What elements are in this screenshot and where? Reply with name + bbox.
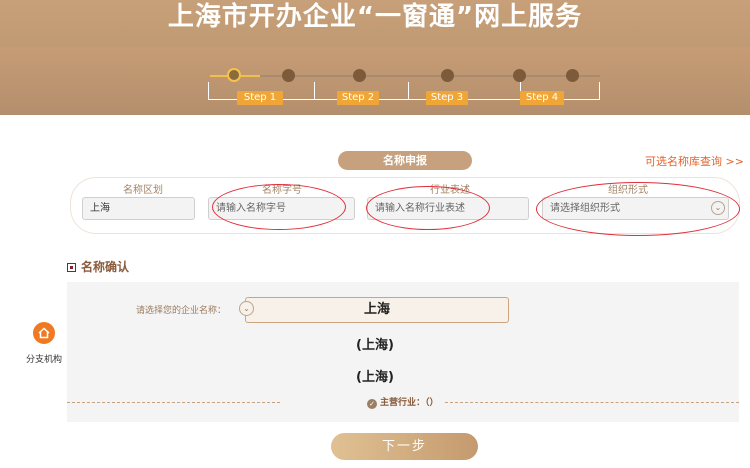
home-icon[interactable] [33, 322, 55, 344]
step-dot [566, 69, 579, 82]
name-application-title: 名称申报 [338, 151, 472, 170]
name-confirmation-heading: 名称确认 [67, 258, 129, 275]
branch-label[interactable]: 分支机构 [26, 352, 62, 365]
region-label: 名称区划 [123, 185, 163, 196]
enterprise-name-value[interactable]: 上海 [245, 297, 509, 323]
stepper-divider [408, 82, 409, 100]
enterprise-name-label: 请选择您的企业名称： [136, 306, 227, 316]
enterprise-name-option[interactable]: (上海) [330, 366, 420, 385]
step-4-label[interactable]: Step 4 [520, 91, 564, 105]
annotation-ellipse [536, 182, 740, 236]
divider [445, 402, 739, 403]
optional-name-library-link[interactable]: 可选名称库查询 >> [645, 153, 744, 169]
section-marker-icon [67, 263, 76, 272]
header: 上海市开办企业“一窗通”网上服务 Step 1 Step 2 Step 3 St… [0, 0, 750, 115]
check-circle-icon: ✓ [367, 399, 377, 409]
next-step-button[interactable]: 下一步 [331, 433, 478, 460]
annotation-ellipse [366, 186, 490, 230]
step-1-label[interactable]: Step 1 [237, 91, 283, 105]
step-2-label[interactable]: Step 2 [337, 91, 379, 105]
step-dot-current [227, 68, 241, 82]
stepper-divider [314, 82, 315, 100]
page-title: 上海市开办企业“一窗通”网上服务 [167, 2, 583, 32]
main-industry-toggle[interactable]: ✓ 主营行业：（） [367, 395, 439, 409]
divider [67, 402, 280, 403]
stepper-line [210, 75, 600, 77]
page: 上海市开办企业“一窗通”网上服务 Step 1 Step 2 Step 3 St… [0, 0, 750, 468]
region-field[interactable]: 上海 [82, 197, 195, 220]
step-dot [513, 69, 526, 82]
name-confirmation-title: 名称确认 [81, 260, 130, 274]
step-dot [353, 69, 366, 82]
annotation-ellipse [212, 184, 346, 230]
chevron-down-icon[interactable]: ⌄ [239, 301, 254, 316]
step-dot [282, 69, 295, 82]
enterprise-name-option[interactable]: (上海) [330, 334, 420, 353]
step-3-label[interactable]: Step 3 [426, 91, 468, 105]
step-dot [441, 69, 454, 82]
main-industry-label: 主营行业：（） [380, 398, 439, 408]
